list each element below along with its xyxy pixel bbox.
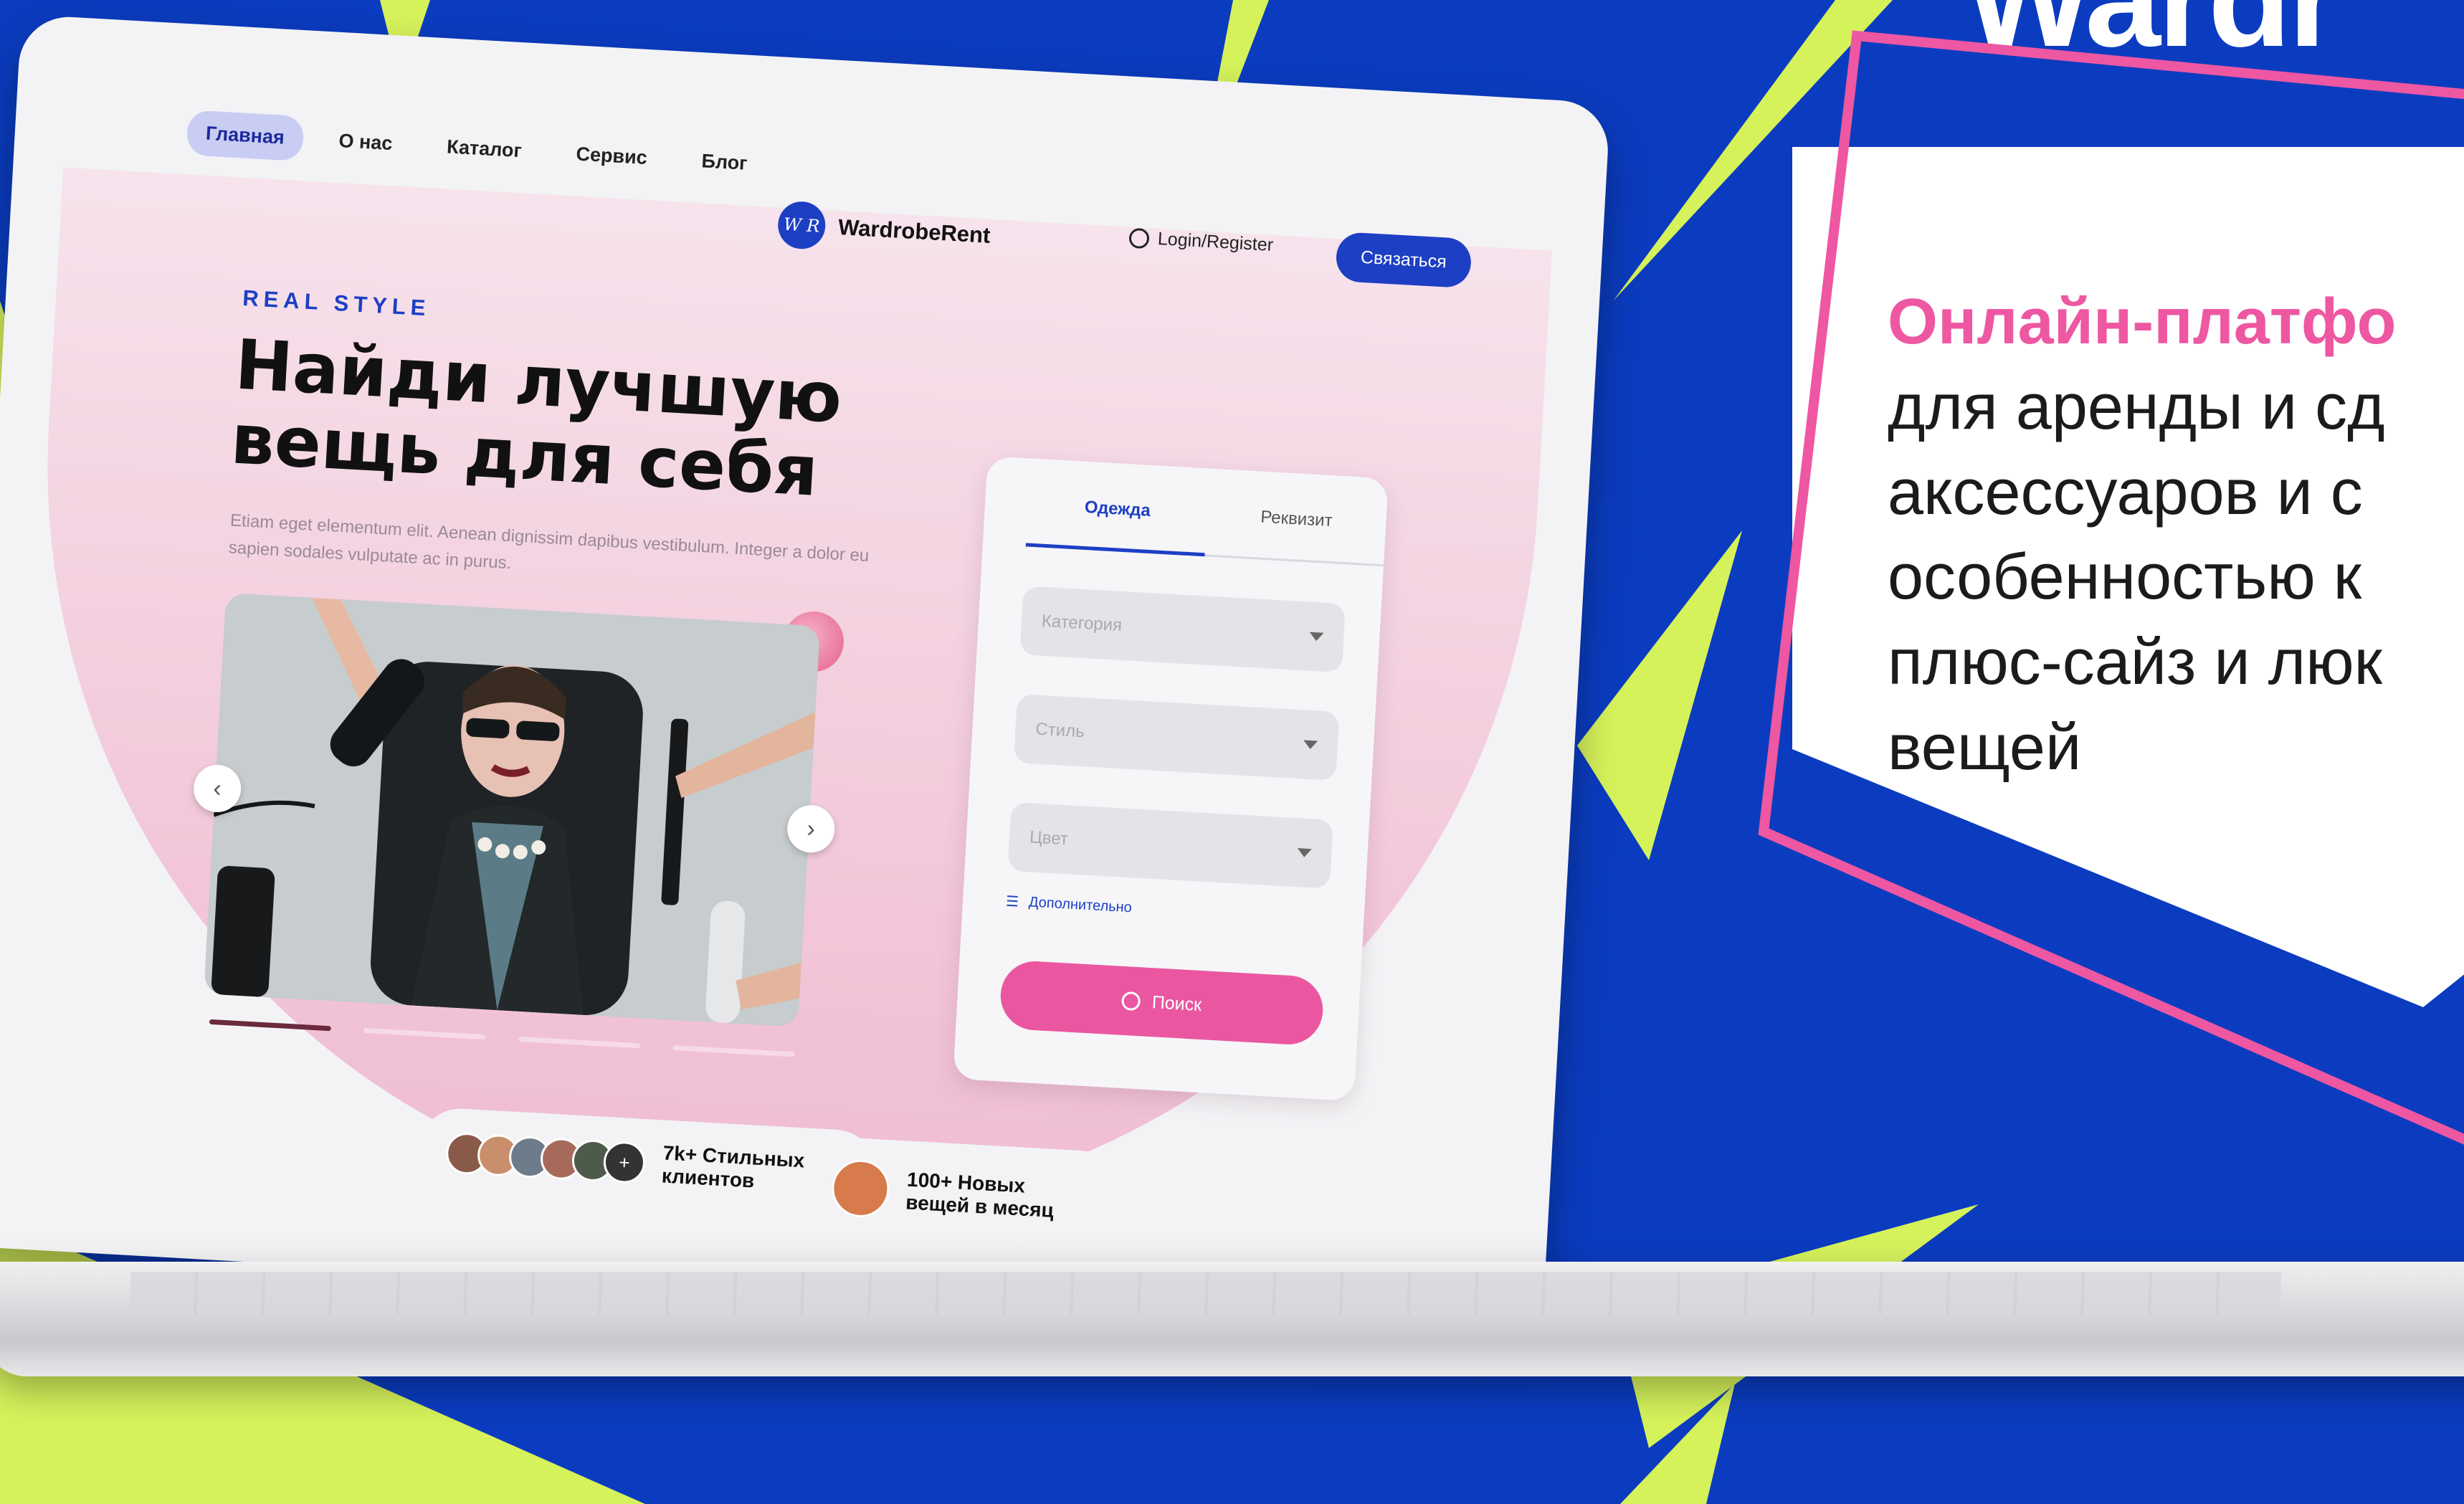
search-form: Одежда Реквизит Категория Стиль Цвет ☰ Д… (953, 456, 1389, 1102)
category-placeholder: Категория (1041, 611, 1123, 635)
advanced-filters-label: Дополнительно (1028, 894, 1133, 916)
avatar (830, 1158, 891, 1219)
category-select[interactable]: Категория (1019, 586, 1346, 673)
main-nav: Главная О нас Каталог Сервис Блог (186, 110, 767, 187)
laptop-mockup: Главная О нас Каталог Сервис Блог W R Wa… (0, 14, 1618, 1392)
hero-photo-illustration (204, 593, 821, 1027)
logo-text: WardrobeRent (837, 214, 991, 248)
search-button-label: Поиск (1151, 991, 1202, 1015)
style-select[interactable]: Стиль (1013, 694, 1340, 781)
user-icon (1128, 227, 1150, 249)
stat-new-items-text: 100+ Новых вещей в месяц (905, 1168, 1055, 1222)
nav-item-service[interactable]: Сервис (556, 130, 667, 181)
stat-new-items: 100+ Новых вещей в месяц (800, 1135, 1124, 1254)
hero-photo (204, 593, 821, 1027)
contact-button[interactable]: Связаться (1335, 231, 1473, 289)
feature-card-line: плюс-сайз и люк (1888, 627, 2382, 699)
client-avatars: + (444, 1131, 647, 1185)
nav-item-about[interactable]: О нас (319, 118, 412, 168)
style-placeholder: Стиль (1034, 719, 1085, 742)
filter-icon: ☰ (1005, 893, 1019, 910)
tab-props[interactable]: Реквизит (1205, 468, 1389, 564)
laptop-screen: Главная О нас Каталог Сервис Блог W R Wa… (0, 14, 1611, 1335)
color-select[interactable]: Цвет (1007, 801, 1334, 889)
chevron-down-icon (1297, 848, 1312, 858)
feature-card-text: Онлайн-платфо для аренды и сд аксессуаро… (1888, 280, 2396, 791)
search-button[interactable]: Поиск (999, 959, 1325, 1047)
feature-card-line: аксессуаров и с (1888, 456, 2363, 528)
color-placeholder: Цвет (1029, 827, 1069, 849)
logo-mark: W R (776, 200, 827, 250)
chevron-down-icon (1303, 740, 1318, 750)
nav-item-catalog[interactable]: Каталог (427, 123, 542, 175)
advanced-filters-link[interactable]: ☰ Дополнительно (1005, 893, 1364, 931)
chevron-down-icon (1309, 632, 1324, 642)
plus-icon: + (602, 1141, 647, 1185)
tab-clothes[interactable]: Одежда (1025, 458, 1210, 557)
feature-card-line: вещей (1888, 711, 2082, 784)
nav-item-blog[interactable]: Блог (682, 138, 767, 187)
feature-card-title: Онлайн-платфо (1888, 286, 2397, 358)
search-icon (1121, 991, 1141, 1012)
laptop-base (0, 1262, 2464, 1376)
laptop-keyboard (129, 1272, 2282, 1315)
feature-card-line: для аренды и сд (1888, 371, 2385, 443)
feature-card-line: особенностью к (1888, 541, 2362, 614)
nav-item-home[interactable]: Главная (186, 110, 305, 162)
